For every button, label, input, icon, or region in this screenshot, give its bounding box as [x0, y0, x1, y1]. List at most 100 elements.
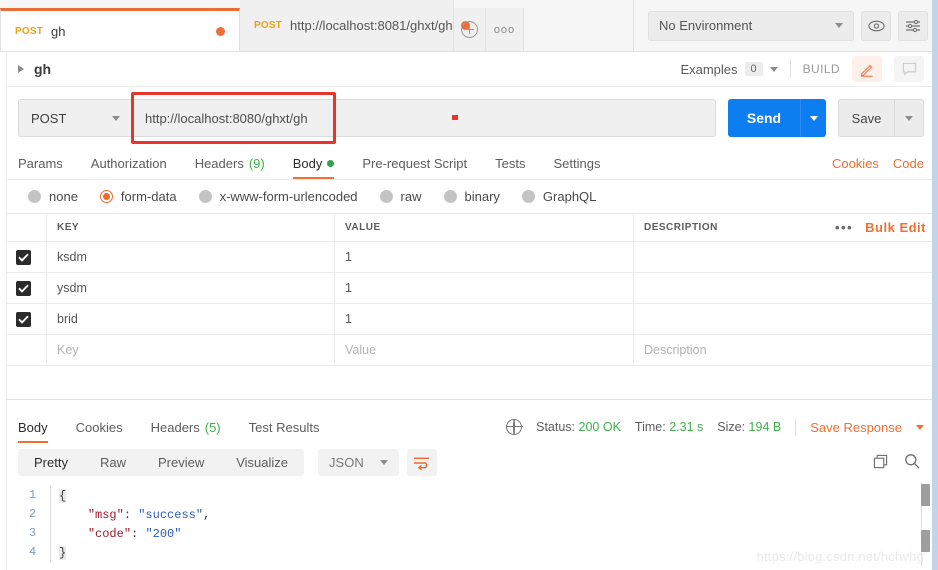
examples-dropdown[interactable]: Examples 0: [680, 62, 777, 77]
tab-options-button[interactable]: ooo: [486, 8, 524, 51]
http-method-selector[interactable]: POST: [18, 99, 132, 137]
search-button[interactable]: [904, 453, 920, 472]
response-tab-test-results[interactable]: Test Results: [249, 420, 334, 443]
url-input[interactable]: http://localhost:8080/ghxt/gh: [132, 99, 716, 137]
response-tab-cookies[interactable]: Cookies: [76, 420, 137, 443]
code-token-punct: :: [131, 527, 145, 541]
environment-quick-look-button[interactable]: [861, 11, 891, 41]
response-body-viewer[interactable]: 1 { 2 "msg": "success", 3 "code": "200" …: [0, 482, 938, 570]
save-response-button[interactable]: Save Response: [810, 420, 902, 435]
row-value-cell[interactable]: 1: [335, 304, 634, 334]
code-token-key: "code": [88, 527, 131, 541]
tab-body[interactable]: Body: [293, 156, 349, 179]
code-link[interactable]: Code: [893, 156, 924, 171]
row-value-cell[interactable]: 1: [335, 242, 634, 272]
row-value-cell[interactable]: 1: [335, 273, 634, 303]
scrollbar-thumb-secondary[interactable]: [921, 530, 930, 552]
new-description-input[interactable]: Description: [634, 335, 938, 365]
table-row[interactable]: ksdm 1: [0, 242, 938, 273]
code-line-text: {: [51, 489, 66, 503]
new-tab-button[interactable]: [454, 8, 486, 51]
size-group: Size: 194 B: [717, 420, 781, 434]
word-wrap-button[interactable]: [407, 449, 437, 476]
request-tab-label: gh: [51, 24, 65, 39]
tab-pre-request-script[interactable]: Pre-request Script: [362, 156, 481, 179]
row-key-cell[interactable]: ysdm: [47, 273, 335, 303]
tab-label: Authorization: [91, 156, 167, 171]
row-checkbox-empty[interactable]: [0, 335, 47, 365]
row-value-text: 1: [345, 281, 352, 295]
tab-headers[interactable]: Headers (9): [195, 156, 279, 179]
view-pretty[interactable]: Pretty: [18, 449, 84, 476]
send-options-button[interactable]: [800, 99, 826, 137]
new-value-placeholder: Value: [345, 343, 376, 357]
row-value-text: 1: [345, 312, 352, 326]
chevron-down-icon: [770, 67, 778, 72]
code-token-key: "msg": [88, 508, 124, 522]
edit-description-button[interactable]: [852, 56, 882, 82]
request-tabs-links: Cookies Code: [832, 156, 924, 179]
row-checkbox[interactable]: [0, 273, 47, 303]
row-key-cell[interactable]: brid: [47, 304, 335, 334]
environment-settings-button[interactable]: [898, 11, 928, 41]
row-description-cell[interactable]: [634, 242, 938, 272]
response-format-selector[interactable]: JSON: [318, 449, 399, 476]
eye-icon: [868, 20, 885, 32]
table-row[interactable]: ysdm 1: [0, 273, 938, 304]
request-tab-bar: POST gh POST http://localhost:8081/ghxt/…: [0, 0, 938, 52]
status-group: Status: 200 OK: [536, 420, 621, 434]
send-button[interactable]: Send: [728, 99, 800, 137]
row-description-cell[interactable]: [634, 273, 938, 303]
response-scrollbar[interactable]: [921, 482, 930, 566]
ellipsis-icon[interactable]: •••: [835, 220, 853, 235]
new-key-input[interactable]: Key: [47, 335, 335, 365]
bulk-edit-link[interactable]: Bulk Edit: [865, 220, 926, 235]
view-raw[interactable]: Raw: [84, 449, 142, 476]
examples-label: Examples: [680, 62, 737, 77]
chevron-down-icon[interactable]: [916, 425, 924, 430]
response-toolbar: Pretty Raw Preview Visualize JSON: [0, 443, 938, 482]
row-description-cell[interactable]: [634, 304, 938, 334]
response-tab-body[interactable]: Body: [18, 420, 62, 443]
chevron-down-icon: [905, 116, 913, 121]
new-value-input[interactable]: Value: [335, 335, 634, 365]
size-value: 194 B: [749, 420, 782, 434]
window-right-edge: [932, 0, 938, 570]
body-type-none[interactable]: none: [28, 189, 78, 204]
response-tab-headers[interactable]: Headers (5): [151, 420, 235, 443]
row-key-cell[interactable]: ksdm: [47, 242, 335, 272]
view-preview[interactable]: Preview: [142, 449, 220, 476]
environment-selector[interactable]: No Environment: [648, 11, 854, 41]
response-meta: Status: 200 OK Time: 2.31 s Size: 194 B …: [506, 418, 924, 443]
cookies-link[interactable]: Cookies: [832, 156, 879, 171]
save-options-button[interactable]: [894, 99, 924, 137]
body-type-graphql[interactable]: GraphQL: [522, 189, 596, 204]
environment-label: No Environment: [659, 18, 752, 33]
comments-button[interactable]: [894, 56, 924, 82]
table-row[interactable]: brid 1: [0, 304, 938, 335]
http-method-label: POST: [31, 111, 66, 126]
request-tab-localhost-8081[interactable]: POST http://localhost:8081/ghxt/gh: [240, 0, 454, 51]
row-checkbox[interactable]: [0, 242, 47, 272]
tab-label: Test Results: [249, 420, 320, 435]
build-button[interactable]: BUILD: [803, 62, 840, 76]
tab-params[interactable]: Params: [18, 156, 77, 179]
row-key-text: brid: [57, 312, 78, 326]
save-button[interactable]: Save: [838, 99, 894, 137]
plus-circle-icon: [461, 21, 478, 38]
tab-settings[interactable]: Settings: [553, 156, 614, 179]
tab-authorization[interactable]: Authorization: [91, 156, 181, 179]
body-type-form-data[interactable]: form-data: [100, 189, 177, 204]
body-type-x-www-form-urlencoded[interactable]: x-www-form-urlencoded: [199, 189, 358, 204]
body-type-binary[interactable]: binary: [444, 189, 500, 204]
triangle-right-icon[interactable]: [18, 65, 24, 73]
view-visualize[interactable]: Visualize: [220, 449, 304, 476]
body-type-raw[interactable]: raw: [380, 189, 422, 204]
row-checkbox[interactable]: [0, 304, 47, 334]
scrollbar-thumb[interactable]: [921, 484, 930, 506]
request-tab-gh[interactable]: POST gh: [0, 8, 240, 51]
table-row-placeholder[interactable]: Key Value Description: [0, 335, 938, 366]
copy-button[interactable]: [873, 454, 888, 472]
body-present-dot-icon: [327, 160, 334, 167]
tab-tests[interactable]: Tests: [495, 156, 539, 179]
